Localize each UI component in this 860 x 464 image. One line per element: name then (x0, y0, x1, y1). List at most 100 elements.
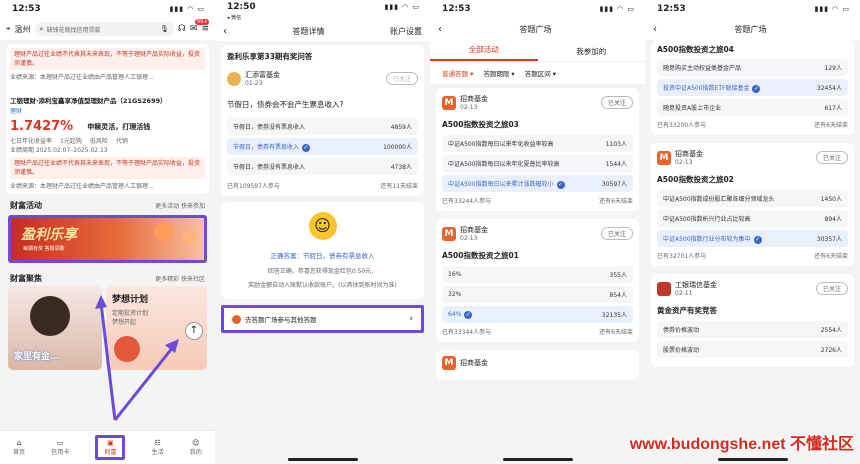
filter-type[interactable]: 普通答题 ▾ (442, 68, 473, 78)
org-date: 01-23 (245, 80, 263, 87)
back-chevron-icon[interactable]: ‹ (653, 24, 657, 35)
option-label: 中证A500指数每日以来年化夏普比率较高 (448, 161, 560, 168)
quiz-option-selected[interactable]: 64% ✓ 32135人 (442, 306, 633, 323)
cmb-logo-icon: M (442, 226, 456, 241)
option-label: 中证A500指数行业分布较为集中 (663, 235, 751, 243)
quiz-option[interactable]: 中证A500指数成份股汇聚各细分领域龙头 1450人 (657, 190, 848, 207)
tab-mine[interactable]: 我参加的 (538, 46, 646, 61)
quiz-option[interactable]: 节假日，债券没有票息收入 4738人 (227, 158, 418, 175)
check-icon: ✓ (464, 310, 473, 319)
quiz-card[interactable]: M 招商基金 02-13 已关注 A500指数投资之旅03 中证A500指数每日以… (436, 88, 639, 211)
tab-all[interactable]: 全部活动 (430, 44, 538, 61)
back-to-wechat[interactable]: ◂ 微信 (215, 14, 430, 21)
check-icon: ✓ (753, 235, 762, 244)
option-count: 894人 (824, 216, 842, 223)
goto-square-button[interactable]: 去答题广场参与其他答题 › (221, 305, 424, 333)
status-bar: 12:53 ▮▮▮ ◠ ▭ (0, 0, 215, 18)
quiz-option[interactable]: 节假日，债券没有票息收入 4859人 (227, 118, 418, 135)
rate-label: 七日年化收益率 (10, 138, 53, 145)
follow-button[interactable]: 已关注 (815, 282, 848, 295)
status-bar: 12:53 ▮▮▮ ◠ ▭ (645, 0, 860, 18)
quiz-option[interactable]: 32% 854人 (442, 286, 633, 303)
status-bar: 12:50 ▮▮▮ ◠ ▭ (215, 0, 430, 14)
product-card[interactable]: 理财产品过往业绩不代表其未来表现，不等于理财产品实际收益，投资须谨慎。 业绩来源… (6, 44, 209, 194)
cmb-logo-icon: M (657, 150, 671, 165)
option-label: 中证A500指数析兴行业占比较高 (663, 216, 751, 223)
cmb-logo-icon: M (442, 356, 456, 370)
quiz-option-selected[interactable]: 节假日，债券有票息收入 ✓ 100000人 (227, 138, 418, 155)
time-remaining: 还有11天结束 (380, 183, 418, 190)
follow-button[interactable]: 已关注 (815, 151, 848, 164)
quiz-card[interactable]: M 招商基金 (436, 350, 639, 380)
quiz-card[interactable]: M 招商基金 02-13 已关注 A500指数投资之旅02 中证A500指数成份股… (651, 143, 854, 266)
option-count: 129人 (824, 65, 842, 72)
quiz-option[interactable]: 16% 355人 (442, 266, 633, 283)
quiz-option[interactable]: 股票价格波动 2726人 (657, 341, 848, 358)
risk-warning-2: 理财产品过往业绩不代表其未来表现，不等于理财产品实际收益，投资须谨慎。 (10, 157, 205, 179)
follow-button[interactable]: 已关注 (600, 227, 633, 240)
option-label: 股票价格波动 (663, 347, 700, 354)
quiz-option-selected[interactable]: 中证A500指数每日以来累计涨跌幅较小 ✓ 30597人 (442, 175, 633, 192)
message-icon[interactable]: ✉ 99+ (190, 19, 210, 34)
search-box[interactable]: ⌕ 缺钱花就找信用贷款 🎙 (34, 22, 174, 36)
org-name: 招商基金 (460, 359, 488, 367)
quiz-card[interactable]: 工银瑞信基金 02-11 已关注 黄金资产有奖竞答 债券价格波动 2554人 股票价… (651, 274, 854, 367)
quiz-option[interactable]: 中证A500指数每日以来年化收益率较高 1103人 (442, 135, 633, 152)
status-time: 12:53 (12, 4, 41, 14)
quiz-option[interactable]: 中证A500指数析兴行业占比较高 894人 (657, 210, 848, 227)
quiz-option[interactable]: 随意投资A股上市企业 617人 (657, 99, 848, 116)
quiz-option-selected[interactable]: 投资中证A500指数ETF联接基金 ✓ 32454人 (657, 79, 848, 96)
check-icon: ✓ (752, 84, 761, 93)
nav-home[interactable]: ⌂ 首页 (13, 439, 25, 456)
account-settings-link[interactable]: 账户设置 (390, 26, 422, 37)
time-remaining: 还有6天结束 (814, 253, 848, 260)
back-chevron-icon[interactable]: ‹ (438, 24, 442, 35)
more-activity-link[interactable]: 更多活动 快来参加 (155, 201, 205, 210)
bottom-nav: ⌂ 首页 ▭ 信用卡 ▣ 财富 ☷ 生活 ☺ 我的 (0, 430, 215, 464)
city-label[interactable]: 温州 (15, 24, 31, 35)
status-icons: ▮▮▮ ◠ ▭ (814, 5, 850, 13)
quiz-option[interactable]: 随意购买主动权益类基金产品 129人 (657, 59, 848, 76)
tabs: 全部活动 我参加的 (430, 40, 645, 62)
feature-image-card[interactable]: 家里有金… (8, 286, 102, 370)
status-bar: 12:53 ▮▮▮ ◠ ▭ (430, 0, 645, 18)
back-chevron-icon[interactable]: ‹ (223, 26, 227, 37)
product-name: 工银理财·添利宝鑫享净值型理财产品（21GS2699） (10, 97, 167, 105)
wealth-icon: ▣ (107, 439, 114, 447)
mic-icon[interactable]: 🎙 (160, 25, 169, 33)
quiz-option-selected[interactable]: 中证A500指数行业分布较为集中 ✓ 30357人 (657, 230, 848, 247)
status-time: 12:53 (442, 4, 471, 14)
answer-prefix: 正确答案： (270, 252, 304, 260)
guide-arrows (95, 295, 179, 421)
wealth-gather-title: 财富聚焦 (10, 274, 42, 283)
follow-button[interactable]: 已关注 (600, 96, 633, 109)
participants-count: 已有33344人参与 (442, 329, 492, 336)
menu-icon[interactable]: ≡ (201, 24, 209, 34)
quiz-card[interactable]: M 招商基金 02-13 已关注 A500指数投资之旅01 16% 355人 32%… (436, 219, 639, 342)
nav-life[interactable]: ☷ 生活 (152, 439, 164, 456)
org-name: 汇添富基金 (245, 71, 280, 79)
nav-mine[interactable]: ☺ 我的 (190, 439, 202, 456)
org-date: 02-11 (675, 290, 693, 297)
option-count: 32454人 (816, 85, 842, 92)
quiz-title: 盈利乐享第33期有奖问答 (227, 52, 313, 61)
option-count: 1103人 (605, 141, 627, 148)
headset-icon[interactable]: ☊ (178, 24, 186, 34)
wealth-activity-banner[interactable]: 盈利乐享 每期有奖 答题领取 (8, 215, 207, 263)
quiz-option[interactable]: 中证A500指数每日以来年化夏普比率较高 1544人 (442, 155, 633, 172)
back-to-top-button[interactable]: ↑ (185, 322, 203, 340)
more-gather-link[interactable]: 更多精彩 快来社区 (155, 274, 205, 283)
performance-source: 业绩来源：本理财产品过往业绩由产品管理人工银理... (10, 74, 154, 81)
time-remaining: 还有6天结束 (814, 122, 848, 129)
follow-button[interactable]: 已关注 (385, 72, 418, 85)
page-title: 答题广场 (519, 24, 552, 34)
quiz-option[interactable]: 债券价格波动 2554人 (657, 321, 848, 338)
nav-credit-card[interactable]: ▭ 信用卡 (51, 439, 69, 456)
life-icon: ☷ (154, 439, 161, 447)
filter-range[interactable]: 答题区间 ▾ (525, 68, 556, 78)
filter-period[interactable]: 答题期限 ▾ (483, 68, 514, 78)
banner-subtitle: 每期有奖 答题领取 (23, 246, 65, 252)
nav-wealth[interactable]: ▣ 财富 (95, 435, 126, 460)
card-icon: ▭ (56, 439, 64, 447)
quiz-card[interactable]: A500指数投资之旅04 随意购买主动权益类基金产品 129人 投资中证A500指… (651, 40, 854, 135)
